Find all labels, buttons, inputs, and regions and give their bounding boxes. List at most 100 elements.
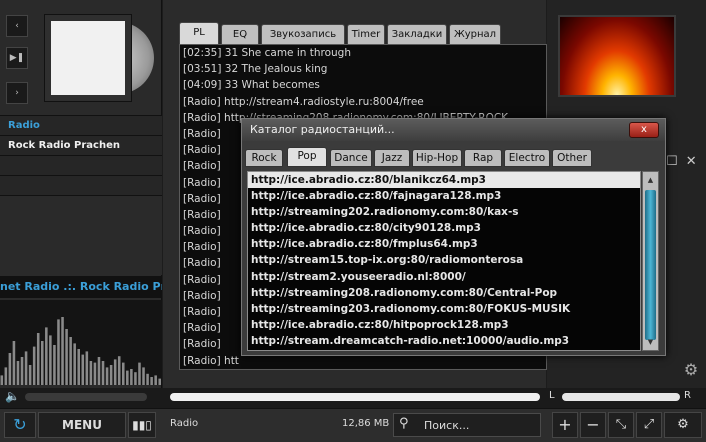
- station-url-row[interactable]: http://stream.dreamcatch-radio.net:10000…: [248, 333, 640, 349]
- dialog-title: Каталог радиостанций...: [242, 119, 665, 141]
- remove-button[interactable]: −: [580, 412, 606, 438]
- station-url-row[interactable]: http://ice.abradio.cz:80/city90128.mp3: [248, 220, 640, 236]
- station-url-row[interactable]: http://ice.abradio.cz:80/hitpoprock128.m…: [248, 317, 640, 333]
- scroll-down-icon[interactable]: ▼: [645, 336, 656, 348]
- visualizer-bar: [36, 333, 40, 385]
- visualizer-bar: [89, 361, 93, 385]
- visualizer-bar: [65, 329, 68, 385]
- equalizer-icon[interactable]: ▮▮▯: [128, 412, 156, 438]
- tab-journal[interactable]: Журнал: [449, 24, 501, 44]
- app-logo-icon[interactable]: ⚙: [664, 412, 702, 438]
- visualizer-bar: [130, 369, 133, 385]
- visualizer-bar: [61, 317, 64, 385]
- visualizer-bar: [32, 346, 36, 385]
- tab-rock[interactable]: Rock: [245, 149, 283, 167]
- visualizer-graph: [0, 317, 161, 385]
- tab-jazz[interactable]: Jazz: [374, 149, 410, 167]
- playlist-row[interactable]: [02:35] 31 She came in through: [180, 45, 546, 61]
- tab-timer[interactable]: Timer: [347, 24, 385, 44]
- visualizer-bar: [117, 356, 121, 385]
- visualizer-bar: [45, 327, 48, 385]
- shrink-icon[interactable]: ⤡: [608, 412, 634, 438]
- station-url-row[interactable]: http://streaming203.radionomy.com:80/FOK…: [248, 301, 640, 317]
- seek-slider[interactable]: [170, 393, 540, 401]
- close-icon[interactable]: ✕: [686, 154, 697, 169]
- add-button[interactable]: +: [552, 412, 578, 438]
- file-size: 12,86 MB: [342, 418, 390, 429]
- tab-pl[interactable]: PL: [179, 22, 219, 44]
- visualizer-bar: [0, 375, 4, 385]
- visualizer-bar: [126, 370, 129, 385]
- radio-section-label[interactable]: Radio: [0, 115, 162, 135]
- visualizer-bar: [49, 335, 52, 385]
- tab-rap[interactable]: Rap: [464, 149, 502, 167]
- search-box[interactable]: ⚲ Поиск...: [393, 413, 541, 437]
- playlist-row[interactable]: [04:09] 33 What becomes: [180, 77, 546, 93]
- search-input[interactable]: Поиск...: [424, 419, 469, 432]
- scroll-thumb[interactable]: [645, 190, 656, 340]
- play-pause-button[interactable]: ▶❚: [6, 47, 28, 69]
- visualizer-bar: [138, 362, 141, 385]
- visualizer-bar: [24, 351, 28, 385]
- status-text: Radio: [170, 418, 199, 429]
- visualizer-bar: [20, 357, 24, 385]
- visualizer-bar: [28, 365, 32, 385]
- speaker-icon[interactable]: 🔈: [5, 389, 21, 405]
- scroll-up-icon[interactable]: ▲: [645, 174, 656, 186]
- visualizer-bar: [105, 367, 109, 385]
- visualizer-bar: [8, 353, 12, 385]
- prev-button[interactable]: ‹: [6, 15, 28, 37]
- balance-left-label: L: [549, 390, 555, 401]
- visualizer-bar: [146, 373, 149, 385]
- station-url-list[interactable]: http://ice.abradio.cz:80/blanikcz64.mp3 h…: [247, 171, 641, 351]
- station-url-row[interactable]: http://ice.abradio.cz:80/fajnagara128.mp…: [248, 188, 640, 204]
- repeat-icon[interactable]: ↻: [4, 412, 36, 438]
- search-icon: ⚲: [399, 416, 409, 431]
- visualizer-bar: [81, 354, 85, 385]
- tab-eq[interactable]: EQ: [221, 24, 259, 44]
- visualizer-bar: [41, 341, 44, 385]
- tab-dance[interactable]: Dance: [330, 149, 372, 167]
- balance-right-label: R: [684, 390, 691, 401]
- visualizer-bar: [109, 365, 113, 385]
- station-url-row[interactable]: http://streaming202.radionomy.com:80/kax…: [248, 204, 640, 220]
- visualizer-bar: [77, 349, 80, 385]
- station-url-row[interactable]: http://streaming208.radionomy.com:80/Cen…: [248, 285, 640, 301]
- list-item[interactable]: [0, 175, 162, 195]
- fullscreen-icon[interactable]: ⤢: [636, 412, 662, 438]
- visualizer-bar: [16, 361, 20, 385]
- maximize-icon[interactable]: ☐: [666, 154, 678, 169]
- list-item[interactable]: [0, 155, 162, 175]
- visualizer-bar: [4, 367, 8, 385]
- album-cover: [44, 14, 132, 102]
- tab-other[interactable]: Other: [552, 149, 592, 167]
- menu-button[interactable]: MENU: [38, 412, 126, 438]
- tab-electro[interactable]: Electro: [504, 149, 550, 167]
- station-url-row[interactable]: http://ice.abradio.cz:80/blanikcz64.mp3: [248, 172, 640, 189]
- dialog-close-button[interactable]: x: [629, 122, 659, 138]
- now-playing-marquee: net Radio .:. Rock Radio Prachen: [0, 276, 162, 298]
- tab-recording[interactable]: Звукозапись: [261, 24, 345, 44]
- visualizer-bar: [122, 362, 125, 385]
- visualizer-bar: [154, 375, 157, 385]
- current-station[interactable]: Rock Radio Prachen: [0, 135, 162, 155]
- visualizer-bar: [12, 341, 16, 385]
- visual-frame: [558, 15, 676, 97]
- window-controls: ☐ ✕: [666, 154, 706, 172]
- settings-icon[interactable]: ⚙: [676, 360, 706, 388]
- station-url-row[interactable]: http://ice.abradio.cz:80/fmplus64.mp3: [248, 236, 640, 252]
- tab-hiphop[interactable]: Hip-Hop: [412, 149, 462, 167]
- visualizer-bar: [97, 357, 101, 385]
- next-button[interactable]: ›: [6, 82, 28, 104]
- playlist-row[interactable]: [Radio] http://stream4.radiostyle.ru:800…: [180, 94, 546, 110]
- tab-bookmarks[interactable]: Закладки: [387, 24, 447, 44]
- tab-pop[interactable]: Pop: [287, 147, 327, 167]
- dialog-scrollbar[interactable]: ▲ ▼: [642, 171, 659, 351]
- playlist-row[interactable]: [03:51] 32 The Jealous king: [180, 61, 546, 77]
- visualizer-bar: [150, 377, 153, 385]
- balance-slider[interactable]: [562, 393, 680, 401]
- station-url-row[interactable]: http://stream15.top-ix.org:80/radiomonte…: [248, 252, 640, 268]
- list-item: [0, 195, 162, 275]
- volume-slider[interactable]: [25, 393, 147, 401]
- station-url-row[interactable]: http://stream2.youseeradio.nl:8000/: [248, 269, 640, 285]
